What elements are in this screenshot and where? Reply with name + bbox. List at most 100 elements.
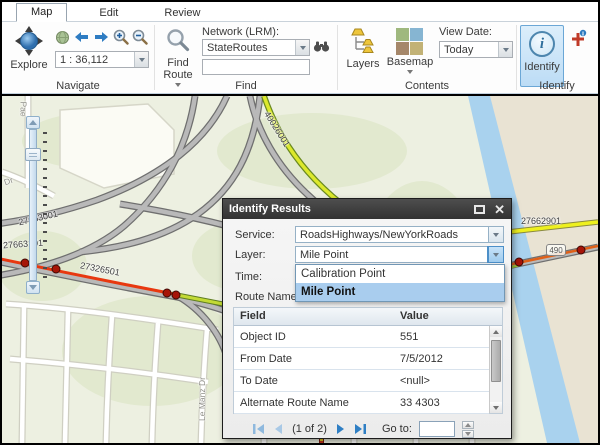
map-viewport[interactable]: 27663001 27663101 27326501 40026001 2766… [2,94,598,443]
table-row[interactable]: From Date 7/5/2012 [234,348,489,370]
network-combo[interactable]: StateRoutes [202,39,310,56]
basemap-caret-icon [407,70,413,74]
ribbon-tab-bar: Map Edit Review [2,2,598,22]
network-dropdown-arrow[interactable] [295,40,309,55]
view-date-value: Today [444,44,498,56]
service-dropdown-arrow[interactable] [488,227,503,242]
table-header-row: Field Value [234,308,502,326]
zoom-out-icon[interactable] [132,29,148,45]
layer-combo[interactable]: Mile Point [295,246,504,263]
previous-page-icon[interactable] [272,423,283,435]
basemap-button[interactable]: Basemap [385,25,435,74]
column-header-value[interactable]: Value [394,308,502,325]
value-cell: 551 [394,326,489,347]
route-input[interactable] [202,59,310,75]
street-label: Pae [19,101,29,116]
scroll-up-icon[interactable] [490,326,502,337]
attributes-table: Field Value Object ID 551 From Date 7/5/… [233,307,503,414]
network-value: StateRoutes [207,42,295,54]
identify-results-dialog: Identify Results ✕ Service: RoadsHighway… [222,198,512,439]
layer-value: Mile Point [296,247,488,262]
tab-review[interactable]: Review [150,5,214,22]
value-cell: 7/5/2012 [394,348,489,369]
value-cell: <null> [394,370,489,391]
column-header-field[interactable]: Field [234,308,394,325]
explore-label: Explore [5,59,53,71]
zoom-slider-up-button[interactable] [26,116,40,129]
identify-info-icon: i [529,31,555,57]
first-page-icon[interactable] [252,423,265,435]
dialog-title: Identify Results [229,203,311,215]
spinner-up-icon[interactable] [462,421,474,429]
table-row[interactable]: Object ID 551 [234,326,489,348]
group-label-contents: Contents [338,80,516,92]
scale-value: 1 : 36,112 [60,54,134,66]
tab-edit[interactable]: Edit [85,5,132,22]
find-route-magnifier-icon [166,43,190,55]
service-value: RoadsHighways/NewYorkRoads [296,227,488,242]
zoom-slider-down-button[interactable] [26,281,40,294]
group-find: Find Route Network (LRM): StateRoutes Fi… [155,22,337,93]
group-label-navigate: Navigate [2,80,154,92]
pagination-bar: (1 of 2) Go to: [223,420,503,438]
goto-input[interactable] [419,421,455,437]
last-page-icon[interactable] [354,423,367,435]
view-date-label: View Date: [439,26,513,38]
network-lrm-label: Network (LRM): [202,26,330,38]
identify-route-tool-icon[interactable] [569,29,587,50]
value-cell: 33 4303 [394,392,489,413]
next-page-icon[interactable] [336,423,347,435]
group-identify: i Identify Identify [517,22,597,93]
spinner-down-icon[interactable] [462,430,474,438]
field-cell: Object ID [234,326,394,347]
field-cell: To Date [234,370,394,391]
layers-button[interactable]: Layers [341,25,385,70]
route-name-label: Route Name: [235,291,300,303]
tab-map[interactable]: Map [16,3,67,22]
next-extent-arrow-icon[interactable] [93,30,110,44]
zoom-slider-handle[interactable] [25,148,41,161]
field-cell: From Date [234,348,394,369]
view-date-combo[interactable]: Today [439,41,513,58]
dropdown-option-mile-point[interactable]: Mile Point [296,283,504,301]
close-icon[interactable]: ✕ [494,203,505,216]
binoculars-icon[interactable] [313,40,330,56]
identify-label: Identify [521,61,563,73]
layer-label: Layer: [235,249,266,261]
service-label: Service: [235,229,275,241]
full-extent-globe-icon[interactable] [55,30,70,45]
dropdown-option-calibration-point[interactable]: Calibration Point [296,265,504,283]
field-cell: Alternate Route Name [234,392,394,413]
application-window: Map Edit Review Explore [0,0,600,445]
zoom-in-icon[interactable] [113,29,129,45]
previous-extent-arrow-icon[interactable] [73,30,90,44]
identify-button[interactable]: i Identify [520,25,564,87]
street-label: Le Manz Dr [197,373,207,421]
goto-label: Go to: [382,423,412,435]
group-label-identify: Identify [517,80,597,92]
view-date-dropdown-arrow[interactable] [498,42,512,57]
table-row[interactable]: Alternate Route Name 33 4303 [234,392,489,414]
scale-dropdown-arrow[interactable] [134,52,148,67]
time-label: Time: [235,271,262,283]
group-navigate: Explore [2,22,154,93]
table-scrollbar[interactable] [489,326,502,413]
layer-dropdown-list: Calibration Point Mile Point [295,264,505,302]
scale-combo[interactable]: 1 : 36,112 [55,51,149,68]
layers-tree-icon [349,46,377,58]
maximize-icon[interactable] [474,205,485,214]
group-label-find: Find [155,80,337,92]
explore-button[interactable]: Explore [5,25,53,71]
basemap-label: Basemap [385,56,435,68]
find-route-button[interactable]: Find Route [158,25,198,87]
service-combo[interactable]: RoadsHighways/NewYorkRoads [295,226,504,243]
page-indicator: (1 of 2) [290,423,329,435]
scroll-down-icon[interactable] [490,402,502,413]
layer-dropdown-arrow[interactable] [488,247,503,262]
scrollbar-thumb[interactable] [491,340,501,382]
route-label: 27662901 [521,216,561,226]
dialog-title-bar[interactable]: Identify Results ✕ [223,199,511,219]
layers-label: Layers [341,58,385,70]
table-row[interactable]: To Date <null> [234,370,489,392]
goto-spinner[interactable] [462,421,474,438]
